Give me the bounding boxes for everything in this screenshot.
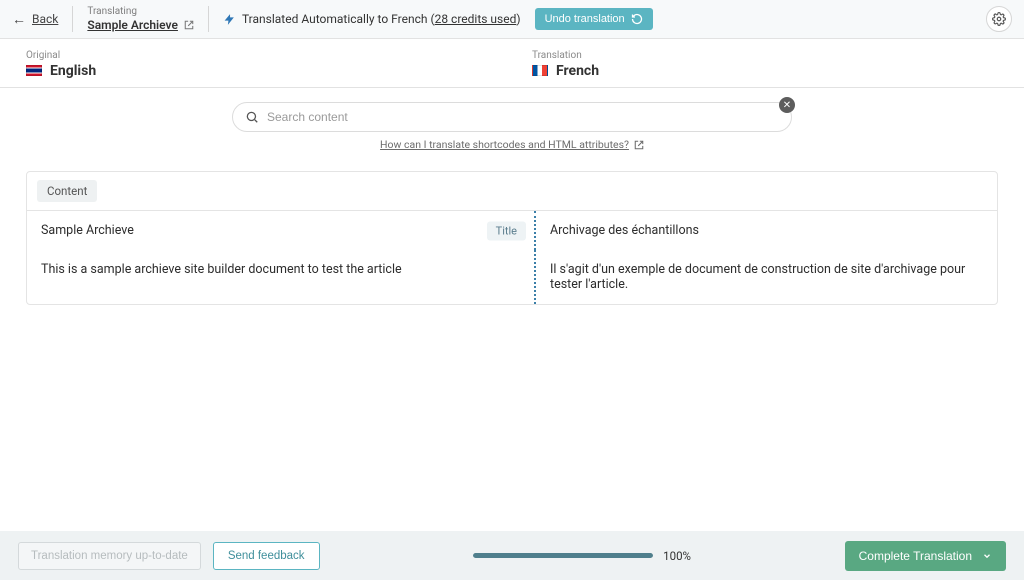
search-box[interactable]: ✕	[232, 102, 792, 132]
back-button[interactable]: ← Back	[12, 11, 58, 28]
bolt-icon	[223, 13, 236, 26]
undo-translation-button[interactable]: Undo translation	[535, 8, 653, 30]
complete-translation-button[interactable]: Complete Translation	[845, 541, 1006, 571]
title-badge: Title	[487, 221, 526, 240]
chevron-down-icon	[982, 551, 992, 561]
clear-search-button[interactable]: ✕	[779, 97, 795, 113]
translating-label: Translating	[87, 6, 194, 18]
footer-bar: Translation memory up-to-date Send feedb…	[0, 531, 1024, 580]
help-link-text: How can I translate shortcodes and HTML …	[380, 138, 629, 151]
tab-content[interactable]: Content	[37, 180, 97, 202]
header-divider	[72, 6, 73, 32]
progress-text: 100%	[663, 549, 691, 563]
panel-header: Content	[27, 172, 997, 211]
translation-cell[interactable]: Il s'agit d'un exemple de document de co…	[536, 250, 997, 304]
external-link-icon	[184, 20, 194, 30]
original-text: Sample Archieve	[41, 223, 134, 238]
close-icon: ✕	[783, 100, 791, 111]
send-feedback-button[interactable]: Send feedback	[213, 542, 320, 570]
settings-button[interactable]	[986, 6, 1012, 32]
document-title: Sample Archieve	[87, 18, 178, 32]
flag-fr-icon	[532, 65, 548, 76]
help-link[interactable]: How can I translate shortcodes and HTML …	[380, 138, 644, 151]
undo-icon	[631, 13, 643, 25]
flag-uk-icon	[26, 65, 42, 76]
search-input[interactable]	[267, 110, 779, 124]
search-icon	[245, 110, 259, 124]
table-row: Sample Archieve Title Archivage des écha…	[27, 211, 997, 250]
original-text: This is a sample archieve site builder d…	[41, 262, 402, 277]
original-language-col: Original English	[0, 39, 518, 87]
translation-label: Translation	[532, 50, 998, 61]
original-cell[interactable]: This is a sample archieve site builder d…	[27, 250, 534, 304]
undo-label: Undo translation	[545, 13, 625, 25]
search-section: ✕ How can I translate shortcodes and HTM…	[0, 88, 1024, 157]
credits-used-link[interactable]: 28 credits used	[435, 12, 517, 26]
original-cell[interactable]: Sample Archieve Title	[27, 211, 534, 250]
document-title-link[interactable]: Sample Archieve	[87, 18, 194, 32]
gear-icon	[992, 12, 1006, 26]
header-divider	[208, 6, 209, 32]
original-language-name: English	[50, 63, 96, 79]
translation-cell[interactable]: Archivage des échantillons	[536, 211, 997, 250]
translation-text: Il s'agit d'un exemple de document de co…	[550, 262, 965, 292]
table-row: This is a sample archieve site builder d…	[27, 250, 997, 304]
complete-label: Complete Translation	[859, 549, 972, 563]
translation-language-col: Translation French	[518, 39, 1024, 87]
back-label: Back	[32, 12, 58, 26]
original-label: Original	[26, 50, 492, 61]
progress-section: 100%	[332, 549, 833, 563]
translation-language-name: French	[556, 63, 599, 79]
arrow-left-icon: ←	[12, 11, 26, 28]
status-prefix: Translated Automatically to French (	[242, 12, 435, 26]
status-suffix: )	[516, 12, 520, 26]
content-panel: Content Sample Archieve Title Archivage …	[26, 171, 998, 305]
translating-block: Translating Sample Archieve	[87, 6, 194, 32]
progress-fill	[473, 553, 653, 558]
external-link-icon	[634, 140, 644, 150]
progress-bar	[473, 553, 653, 558]
language-row: Original English Translation French	[0, 39, 1024, 88]
panel-area: Content Sample Archieve Title Archivage …	[0, 157, 1024, 305]
translation-text: Archivage des échantillons	[550, 223, 699, 238]
translation-memory-button: Translation memory up-to-date	[18, 542, 201, 570]
header-bar: ← Back Translating Sample Archieve Trans…	[0, 0, 1024, 39]
translation-status: Translated Automatically to French (28 c…	[223, 8, 653, 30]
